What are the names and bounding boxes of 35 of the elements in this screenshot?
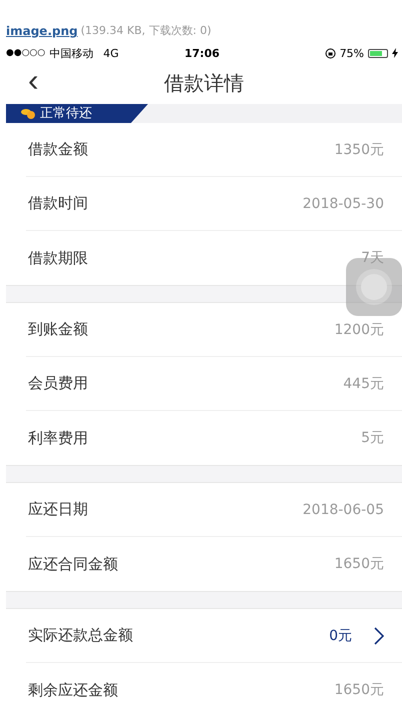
row-label: 实际还款总金额: [27, 626, 134, 645]
row-label: 借款时间: [27, 194, 89, 213]
row-value: 445元: [343, 374, 384, 392]
row-value: 1650元: [334, 681, 384, 699]
row-value[interactable]: 0元: [329, 626, 352, 644]
coins-icon: [20, 108, 36, 120]
carrier-name: 中国移动: [49, 46, 94, 60]
network-type: 4G: [103, 46, 119, 60]
row-value: 2018-06-05: [302, 502, 384, 518]
battery-percent: 75%: [340, 46, 364, 60]
back-button[interactable]: ‹: [6, 62, 66, 104]
row-label: 应还合同金额: [27, 554, 119, 574]
row-label: 应还日期: [27, 500, 89, 519]
row-label: 利率费用: [27, 428, 89, 448]
row-label: 借款金额: [27, 140, 89, 159]
page-title: 借款详情: [164, 70, 244, 96]
clock-time: 17:06: [184, 46, 221, 60]
row-label: 会员费用: [27, 374, 89, 393]
status-badge: 正常待还: [6, 104, 148, 123]
row-value: 5元: [361, 429, 384, 447]
file-info: (139.34 KB, 下载次数: 0): [80, 23, 212, 38]
charging-icon: [392, 48, 398, 58]
row-label: 借款期限: [27, 248, 89, 268]
battery-icon: [368, 48, 388, 58]
rotation-lock-icon: [324, 48, 336, 58]
file-link[interactable]: image.png: [6, 24, 78, 38]
row-value: 1350元: [334, 140, 384, 158]
signal-dots: ●●○○○: [6, 48, 46, 58]
row-label: 到账金额: [27, 320, 89, 339]
row-value: 2018-05-30: [302, 196, 384, 212]
row-label: 剩余应还金额: [27, 680, 119, 700]
row-value: 7天: [361, 249, 384, 267]
chevron-right-icon[interactable]: [374, 626, 384, 644]
row-value: 1200元: [334, 320, 384, 338]
row-value: 1650元: [334, 555, 384, 573]
